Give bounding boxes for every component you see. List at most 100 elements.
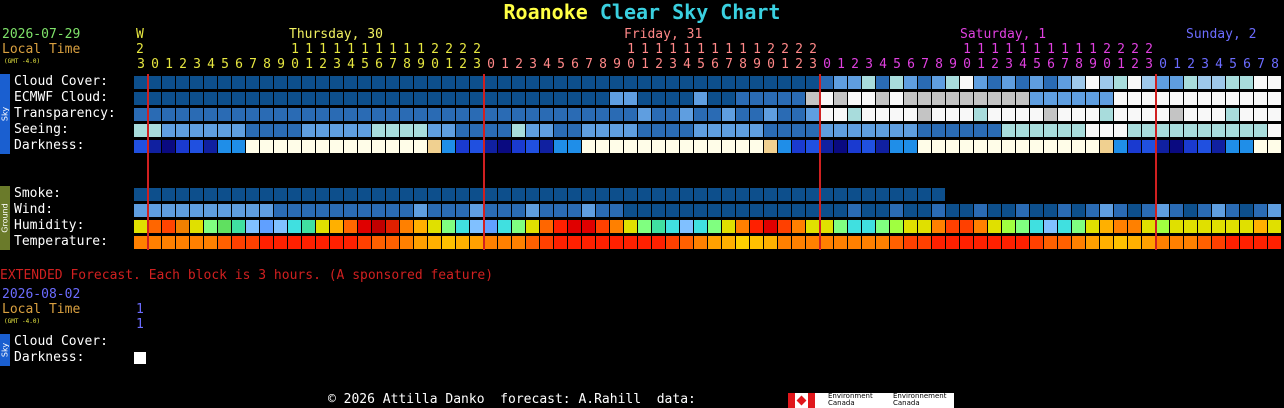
temperature-cell[interactable] bbox=[652, 236, 665, 249]
seeing-cell[interactable] bbox=[736, 124, 749, 137]
humidity-cell[interactable] bbox=[988, 220, 1001, 233]
cloud-cover-cell[interactable] bbox=[232, 76, 245, 89]
seeing-cell[interactable] bbox=[1086, 124, 1099, 137]
wind-cell[interactable] bbox=[526, 204, 539, 217]
darkness-cell[interactable] bbox=[1184, 140, 1197, 153]
humidity-cell[interactable] bbox=[358, 220, 371, 233]
transparency-cell[interactable] bbox=[232, 108, 245, 121]
darkness-cell[interactable] bbox=[568, 140, 581, 153]
wind-cell[interactable] bbox=[400, 204, 413, 217]
seeing-cell[interactable] bbox=[344, 124, 357, 137]
wind-cell[interactable] bbox=[568, 204, 581, 217]
temperature-cell[interactable] bbox=[1114, 236, 1127, 249]
transparency-cell[interactable] bbox=[708, 108, 721, 121]
seeing-cell[interactable] bbox=[414, 124, 427, 137]
seeing-cell[interactable] bbox=[190, 124, 203, 137]
cloud-cover-cell[interactable] bbox=[708, 76, 721, 89]
cloud-cover-cell[interactable] bbox=[904, 76, 917, 89]
darkness-cell[interactable] bbox=[932, 140, 945, 153]
humidity-cell[interactable] bbox=[470, 220, 483, 233]
wind-cell[interactable] bbox=[204, 204, 217, 217]
temperature-cell[interactable] bbox=[918, 236, 931, 249]
temperature-cell[interactable] bbox=[988, 236, 1001, 249]
humidity-cell[interactable] bbox=[1016, 220, 1029, 233]
smoke-cell[interactable] bbox=[414, 188, 427, 201]
smoke-cell[interactable] bbox=[834, 188, 847, 201]
smoke-cell[interactable] bbox=[736, 188, 749, 201]
smoke-cell[interactable] bbox=[890, 188, 903, 201]
seeing-cell[interactable] bbox=[778, 124, 791, 137]
temperature-cell[interactable] bbox=[498, 236, 511, 249]
humidity-cell[interactable] bbox=[1156, 220, 1169, 233]
smoke-cell[interactable] bbox=[302, 188, 315, 201]
cloud-cover-cell[interactable] bbox=[554, 76, 567, 89]
temperature-cell[interactable] bbox=[708, 236, 721, 249]
cloud-cover-cell[interactable] bbox=[288, 76, 301, 89]
cloud-cover-cell[interactable] bbox=[820, 76, 833, 89]
temperature-cell[interactable] bbox=[1268, 236, 1281, 249]
cloud-cover-cell[interactable] bbox=[974, 76, 987, 89]
cloud-cover-cell[interactable] bbox=[1128, 76, 1141, 89]
ecmwf-cloud-cell[interactable] bbox=[624, 92, 637, 105]
wind-cell[interactable] bbox=[260, 204, 273, 217]
smoke-cell[interactable] bbox=[148, 188, 161, 201]
cloud-cover-cell[interactable] bbox=[1268, 76, 1281, 89]
wind-cell[interactable] bbox=[736, 204, 749, 217]
cloud-cover-cell[interactable] bbox=[316, 76, 329, 89]
seeing-cell[interactable] bbox=[260, 124, 273, 137]
cloud-cover-cell[interactable] bbox=[204, 76, 217, 89]
transparency-cell[interactable] bbox=[414, 108, 427, 121]
ecmwf-cloud-cell[interactable] bbox=[932, 92, 945, 105]
darkness-cell[interactable] bbox=[862, 140, 875, 153]
transparency-cell[interactable] bbox=[1212, 108, 1225, 121]
seeing-cell[interactable] bbox=[428, 124, 441, 137]
temperature-cell[interactable] bbox=[820, 236, 833, 249]
darkness-cell[interactable] bbox=[386, 140, 399, 153]
wind-cell[interactable] bbox=[1044, 204, 1057, 217]
wind-cell[interactable] bbox=[848, 204, 861, 217]
cloud-cover-cell[interactable] bbox=[918, 76, 931, 89]
ecmwf-cloud-cell[interactable] bbox=[806, 92, 819, 105]
cloud-cover-cell[interactable] bbox=[540, 76, 553, 89]
transparency-cell[interactable] bbox=[778, 108, 791, 121]
seeing-cell[interactable] bbox=[204, 124, 217, 137]
temperature-cell[interactable] bbox=[722, 236, 735, 249]
ecmwf-cloud-cell[interactable] bbox=[484, 92, 497, 105]
cloud-cover-cell[interactable] bbox=[1030, 76, 1043, 89]
transparency-cell[interactable] bbox=[1170, 108, 1183, 121]
temperature-cell[interactable] bbox=[1254, 236, 1267, 249]
temperature-cell[interactable] bbox=[386, 236, 399, 249]
cloud-cover-cell[interactable] bbox=[736, 76, 749, 89]
wind-cell[interactable] bbox=[1198, 204, 1211, 217]
humidity-cell[interactable] bbox=[596, 220, 609, 233]
seeing-cell[interactable] bbox=[148, 124, 161, 137]
ecmwf-cloud-cell[interactable] bbox=[1212, 92, 1225, 105]
ecmwf-cloud-cell[interactable] bbox=[260, 92, 273, 105]
humidity-cell[interactable] bbox=[400, 220, 413, 233]
humidity-cell[interactable] bbox=[918, 220, 931, 233]
cloud-cover-cell[interactable] bbox=[246, 76, 259, 89]
darkness-cell[interactable] bbox=[1072, 140, 1085, 153]
temperature-cell[interactable] bbox=[246, 236, 259, 249]
ecmwf-cloud-cell[interactable] bbox=[190, 92, 203, 105]
cloud-cover-cell[interactable] bbox=[764, 76, 777, 89]
darkness-cell[interactable] bbox=[792, 140, 805, 153]
smoke-cell[interactable] bbox=[470, 188, 483, 201]
darkness-cell[interactable] bbox=[540, 140, 553, 153]
cloud-cover-cell[interactable] bbox=[1100, 76, 1113, 89]
transparency-cell[interactable] bbox=[848, 108, 861, 121]
ecmwf-cloud-cell[interactable] bbox=[1100, 92, 1113, 105]
transparency-cell[interactable] bbox=[190, 108, 203, 121]
smoke-cell[interactable] bbox=[512, 188, 525, 201]
temperature-cell[interactable] bbox=[372, 236, 385, 249]
darkness-cell[interactable] bbox=[1240, 140, 1253, 153]
seeing-cell[interactable] bbox=[904, 124, 917, 137]
smoke-cell[interactable] bbox=[624, 188, 637, 201]
wind-cell[interactable] bbox=[680, 204, 693, 217]
ecmwf-cloud-cell[interactable] bbox=[820, 92, 833, 105]
wind-cell[interactable] bbox=[1170, 204, 1183, 217]
ecmwf-cloud-cell[interactable] bbox=[778, 92, 791, 105]
temperature-cell[interactable] bbox=[750, 236, 763, 249]
darkness-cell[interactable] bbox=[1100, 140, 1113, 153]
humidity-cell[interactable] bbox=[1072, 220, 1085, 233]
